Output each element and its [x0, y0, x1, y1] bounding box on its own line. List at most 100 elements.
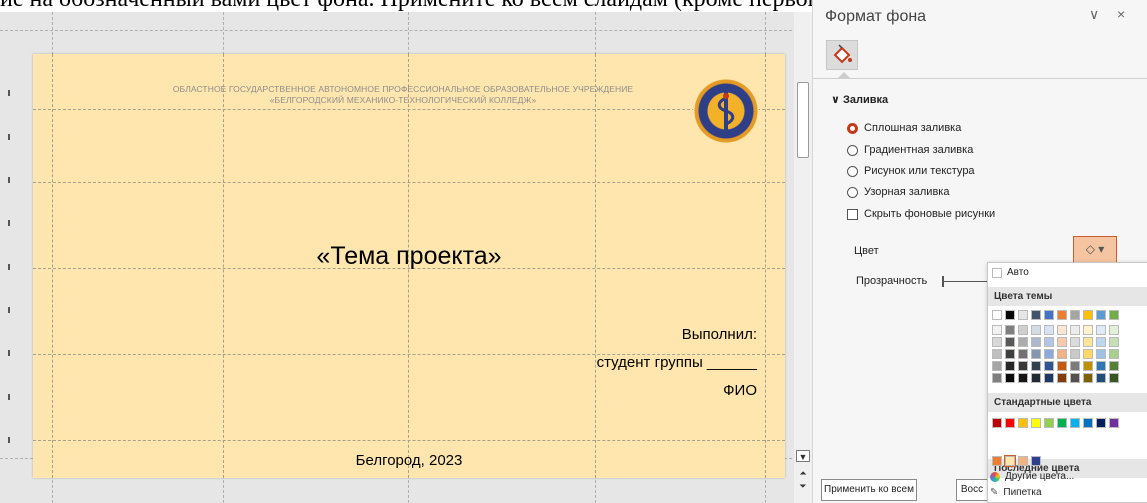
fill-tab[interactable] — [826, 40, 858, 70]
theme-color-swatch[interactable] — [1005, 310, 1015, 320]
theme-shade-swatch[interactable] — [1109, 325, 1119, 335]
recent-color-swatch[interactable] — [1031, 456, 1041, 466]
theme-shade-swatch[interactable] — [1031, 349, 1041, 359]
theme-shade-swatch[interactable] — [992, 325, 1002, 335]
theme-shade-swatch[interactable] — [1109, 349, 1119, 359]
theme-shade-swatch[interactable] — [1057, 373, 1067, 383]
theme-shade-swatch[interactable] — [1031, 337, 1041, 347]
radio-button[interactable] — [847, 122, 858, 134]
close-icon[interactable]: × — [1117, 6, 1125, 22]
theme-shade-swatch[interactable] — [1057, 361, 1067, 371]
theme-shade-swatch[interactable] — [1005, 337, 1015, 347]
theme-shade-swatch[interactable] — [1083, 373, 1093, 383]
theme-color-swatch[interactable] — [1070, 310, 1080, 320]
standard-color-swatch[interactable] — [1109, 418, 1119, 428]
theme-shade-swatch[interactable] — [992, 337, 1002, 347]
full-name-label[interactable]: ФИО — [723, 382, 757, 399]
theme-shade-swatch[interactable] — [1044, 349, 1054, 359]
theme-shade-swatch[interactable] — [1031, 373, 1041, 383]
theme-shade-swatch[interactable] — [1005, 349, 1015, 359]
slide-editor[interactable]: ОБЛАСТНОЕ ГОСУДАРСТВЕННОЕ АВТОНОМНОЕ ПРО… — [0, 12, 812, 503]
standard-color-swatch[interactable] — [1031, 418, 1041, 428]
student-group-label[interactable]: студент группы ______ — [597, 354, 757, 371]
standard-color-swatch[interactable] — [1057, 418, 1067, 428]
chevron-down-icon[interactable]: ∨ — [1089, 6, 1099, 23]
theme-shade-swatch[interactable] — [1109, 361, 1119, 371]
theme-shade-swatch[interactable] — [1018, 325, 1028, 335]
theme-shade-swatch[interactable] — [1070, 325, 1080, 335]
hide-background-graphics-option[interactable]: Скрыть фоновые рисунки — [847, 208, 995, 220]
previous-slide-icon[interactable]: ⏶ — [796, 467, 810, 479]
theme-color-swatch[interactable] — [1057, 310, 1067, 320]
picture-texture-fill-option[interactable]: Рисунок или текстура — [847, 165, 975, 177]
recent-color-swatch[interactable] — [1004, 455, 1016, 467]
theme-shade-swatch[interactable] — [992, 361, 1002, 371]
theme-shade-swatch[interactable] — [1031, 325, 1041, 335]
theme-shade-swatch[interactable] — [1109, 373, 1119, 383]
slide-canvas[interactable]: ОБЛАСТНОЕ ГОСУДАРСТВЕННОЕ АВТОНОМНОЕ ПРО… — [33, 54, 785, 478]
theme-shade-swatch[interactable] — [1018, 361, 1028, 371]
standard-color-swatch[interactable] — [1018, 418, 1028, 428]
reset-background-button[interactable]: Восс — [956, 479, 988, 501]
standard-color-swatch[interactable] — [992, 418, 1002, 428]
theme-shade-swatch[interactable] — [1083, 337, 1093, 347]
gradient-fill-option[interactable]: Градиентная заливка — [847, 144, 973, 156]
theme-shade-swatch[interactable] — [992, 349, 1002, 359]
theme-shade-swatch[interactable] — [1096, 373, 1106, 383]
pattern-fill-option[interactable]: Узорная заливка — [847, 186, 949, 198]
theme-shade-swatch[interactable] — [1031, 361, 1041, 371]
city-year-label[interactable]: Белгород, 2023 — [33, 452, 785, 469]
theme-color-swatch[interactable] — [1096, 310, 1106, 320]
theme-shade-swatch[interactable] — [1057, 337, 1067, 347]
standard-color-swatch[interactable] — [1083, 418, 1093, 428]
checkbox[interactable] — [847, 208, 858, 220]
radio-button[interactable] — [847, 144, 858, 156]
theme-color-swatch[interactable] — [992, 310, 1002, 320]
eyedropper-option[interactable]: ✎ Пипетка — [990, 487, 1042, 498]
theme-shade-swatch[interactable] — [1044, 373, 1054, 383]
scroll-down-icon[interactable]: ▼ — [796, 450, 810, 462]
apply-to-all-button[interactable]: Применить ко всем — [821, 479, 917, 501]
more-colors-option[interactable]: Другие цвета... — [990, 471, 1074, 482]
theme-shade-swatch[interactable] — [1044, 337, 1054, 347]
theme-shade-swatch[interactable] — [1070, 361, 1080, 371]
theme-color-swatch[interactable] — [1083, 310, 1093, 320]
radio-button[interactable] — [847, 186, 858, 198]
auto-color-option[interactable]: Авто — [992, 267, 1029, 278]
theme-shade-swatch[interactable] — [1096, 361, 1106, 371]
theme-shade-swatch[interactable] — [1083, 325, 1093, 335]
vertical-scrollbar[interactable]: ▼ ⏶ ⏷ — [794, 12, 812, 503]
theme-color-swatch[interactable] — [1018, 310, 1028, 320]
standard-color-swatch[interactable] — [1005, 418, 1015, 428]
next-slide-icon[interactable]: ⏷ — [796, 480, 810, 492]
theme-shade-swatch[interactable] — [1044, 325, 1054, 335]
theme-shade-swatch[interactable] — [1018, 349, 1028, 359]
radio-button[interactable] — [847, 165, 858, 177]
theme-shade-swatch[interactable] — [1005, 361, 1015, 371]
slide-title[interactable]: «Тема проекта» — [33, 242, 785, 271]
recent-color-swatch[interactable] — [1018, 456, 1028, 466]
theme-color-swatch[interactable] — [1044, 310, 1054, 320]
transparency-slider[interactable] — [944, 281, 989, 282]
standard-color-swatch[interactable] — [1044, 418, 1054, 428]
theme-shade-swatch[interactable] — [1070, 337, 1080, 347]
theme-color-swatch[interactable] — [1031, 310, 1041, 320]
theme-color-swatch[interactable] — [1109, 310, 1119, 320]
theme-shade-swatch[interactable] — [1083, 349, 1093, 359]
standard-color-swatch[interactable] — [1070, 418, 1080, 428]
theme-shade-swatch[interactable] — [1083, 361, 1093, 371]
fill-color-button[interactable]: ◇ ▾ — [1073, 236, 1117, 263]
theme-shade-swatch[interactable] — [1044, 361, 1054, 371]
theme-shade-swatch[interactable] — [1057, 325, 1067, 335]
theme-shade-swatch[interactable] — [1070, 373, 1080, 383]
theme-shade-swatch[interactable] — [1109, 337, 1119, 347]
scrollbar-thumb[interactable] — [797, 82, 809, 158]
college-logo[interactable] — [693, 78, 759, 144]
theme-shade-swatch[interactable] — [1096, 349, 1106, 359]
theme-shade-swatch[interactable] — [1070, 349, 1080, 359]
fill-section-header[interactable]: ∨ Заливка — [831, 93, 888, 106]
theme-shade-swatch[interactable] — [1018, 337, 1028, 347]
recent-color-swatch[interactable] — [992, 456, 1002, 466]
theme-shade-swatch[interactable] — [1057, 349, 1067, 359]
standard-color-swatch[interactable] — [1096, 418, 1106, 428]
